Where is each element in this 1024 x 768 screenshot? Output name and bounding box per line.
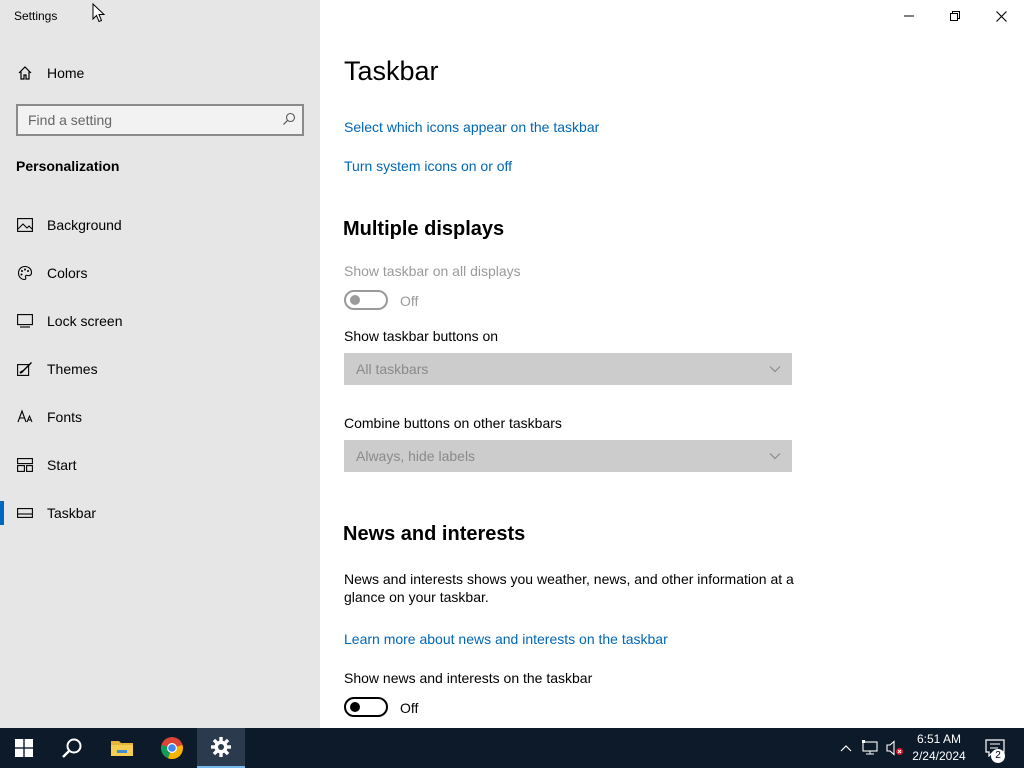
select-icons-link[interactable]: Select which icons appear on the taskbar xyxy=(344,119,599,135)
mouse-cursor-icon xyxy=(92,2,106,28)
file-explorer-button[interactable] xyxy=(98,728,146,768)
chrome-icon xyxy=(161,737,184,760)
home-icon xyxy=(16,64,34,82)
sidebar: Settings Home Personalization Background… xyxy=(0,0,320,728)
search-field[interactable] xyxy=(16,104,304,136)
sidebar-item-colors[interactable]: Colors xyxy=(0,253,320,293)
learn-more-link[interactable]: Learn more about news and interests on t… xyxy=(344,631,668,647)
taskbar: 6:51 AM 2/24/2024 xyxy=(0,728,1024,768)
notification-count-badge: 2 xyxy=(991,749,1005,763)
sidebar-item-themes[interactable]: Themes xyxy=(0,349,320,389)
start-button[interactable] xyxy=(0,728,48,768)
chevron-up-icon xyxy=(840,745,852,752)
show-all-displays-label: Show taskbar on all displays xyxy=(344,263,521,279)
windows-logo-icon xyxy=(15,739,33,757)
sidebar-item-label: Colors xyxy=(47,265,88,281)
sidebar-item-taskbar[interactable]: Taskbar xyxy=(0,493,320,533)
picture-icon xyxy=(16,216,34,234)
search-icon[interactable] xyxy=(282,112,296,131)
toggle-knob xyxy=(350,702,360,712)
lock-screen-icon xyxy=(16,312,34,330)
sidebar-item-label: Home xyxy=(47,65,85,81)
main-content: Taskbar Select which icons appear on the… xyxy=(320,0,1024,728)
page-title: Taskbar xyxy=(344,56,439,86)
buttons-on-dropdown[interactable]: All taskbars xyxy=(344,353,792,385)
clock-time: 6:51 AM xyxy=(916,732,962,746)
show-news-label: Show news and interests on the taskbar xyxy=(344,670,593,686)
sidebar-item-label: Start xyxy=(47,457,77,473)
start-icon xyxy=(16,456,34,474)
news-interests-heading: News and interests xyxy=(343,523,526,545)
section-heading: Personalization xyxy=(16,158,120,174)
sidebar-item-label: Themes xyxy=(47,361,98,377)
brush-icon xyxy=(16,360,34,378)
sidebar-item-home[interactable]: Home xyxy=(0,53,320,93)
toggle-knob xyxy=(350,295,360,305)
settings-gear-icon xyxy=(211,737,231,757)
network-icon xyxy=(862,740,878,755)
search-icon xyxy=(62,738,82,758)
clock[interactable]: 6:51 AM 2/24/2024 xyxy=(906,731,972,765)
chrome-button[interactable] xyxy=(148,728,196,768)
toggle-state-label: Off xyxy=(400,700,419,716)
dropdown-value: Always, hide labels xyxy=(356,448,476,464)
volume-muted-icon xyxy=(886,740,903,756)
palette-icon xyxy=(16,264,34,282)
sidebar-item-label: Background xyxy=(47,217,122,233)
chevron-down-icon xyxy=(768,362,782,381)
multiple-displays-heading: Multiple displays xyxy=(343,218,505,240)
taskbar-search-button[interactable] xyxy=(48,728,96,768)
chevron-down-icon xyxy=(768,449,782,468)
show-news-toggle[interactable] xyxy=(344,697,388,717)
combine-buttons-label: Combine buttons on other taskbars xyxy=(344,415,562,431)
sidebar-item-label: Fonts xyxy=(47,409,83,425)
font-icon xyxy=(16,408,34,426)
system-icons-link[interactable]: Turn system icons on or off xyxy=(344,158,512,174)
volume-button[interactable] xyxy=(884,728,906,768)
show-hidden-icons-button[interactable] xyxy=(836,728,856,768)
show-all-displays-toggle[interactable] xyxy=(344,290,388,310)
network-button[interactable] xyxy=(860,728,882,768)
sidebar-item-fonts[interactable]: Fonts xyxy=(0,397,320,437)
search-input[interactable] xyxy=(28,111,268,129)
sidebar-item-lock-screen[interactable]: Lock screen xyxy=(0,301,320,341)
buttons-on-label: Show taskbar buttons on xyxy=(344,328,499,344)
news-description: News and interests shows you weather, ne… xyxy=(344,571,794,605)
file-explorer-icon xyxy=(111,741,133,756)
window-title: Settings xyxy=(14,9,58,23)
taskbar-icon xyxy=(16,504,34,522)
combine-buttons-dropdown[interactable]: Always, hide labels xyxy=(344,440,792,472)
dropdown-value: All taskbars xyxy=(356,361,429,377)
sidebar-item-label: Lock screen xyxy=(47,313,123,329)
sidebar-item-label: Taskbar xyxy=(47,505,97,521)
toggle-state-label: Off xyxy=(400,293,419,309)
settings-taskbar-button[interactable] xyxy=(197,728,245,768)
sidebar-item-start[interactable]: Start xyxy=(0,445,320,485)
clock-date: 2/24/2024 xyxy=(912,749,966,763)
sidebar-item-background[interactable]: Background xyxy=(0,205,320,245)
